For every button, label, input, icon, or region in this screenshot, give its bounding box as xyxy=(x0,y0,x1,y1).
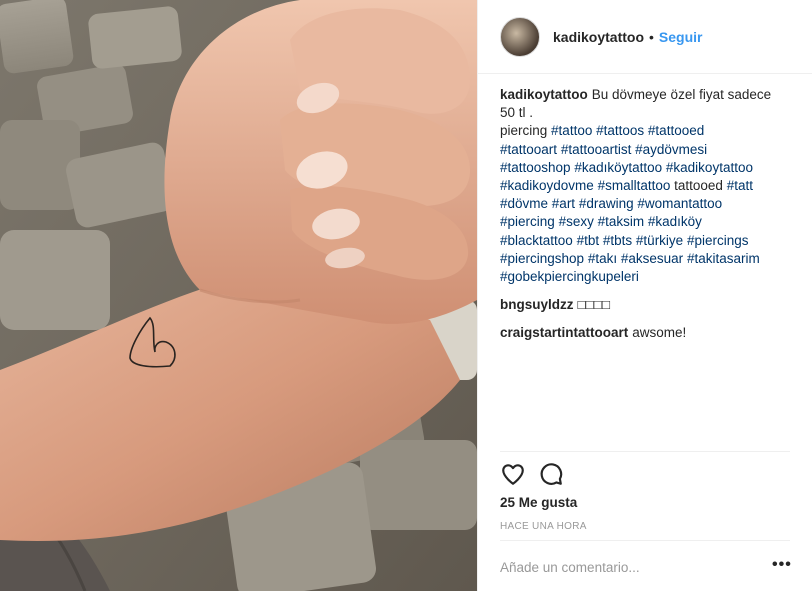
hashtag-link[interactable]: #dövme xyxy=(500,196,548,211)
comment-button[interactable] xyxy=(538,461,564,487)
hashtag-line: #tattooshop #kadıköytattoo #kadikoytatto… xyxy=(500,159,790,177)
hashtag-link[interactable]: #tattooshop xyxy=(500,160,571,175)
hashtag-link[interactable]: #tattooed xyxy=(648,123,704,138)
hashtag-line: #kadikoydovme #smalltattoo tattooed #tat… xyxy=(500,177,790,195)
comment-text: awsome! xyxy=(632,325,687,341)
likes-count[interactable]: 25 Me gusta xyxy=(500,495,577,510)
caption-line: 50 tl . xyxy=(500,105,534,121)
list-item: craigstartintattooart awsome! xyxy=(500,324,790,342)
action-bar xyxy=(500,461,790,491)
follow-button[interactable]: Seguir xyxy=(659,29,703,45)
caption-username[interactable]: kadikoytattoo xyxy=(500,87,588,102)
hashtag-link[interactable]: #sexy xyxy=(559,214,594,229)
hashtag-line: piercing #tattoo #tattoos #tattooed xyxy=(500,122,790,140)
comments-list: kadikoytattoo Bu dövmeye özel fiyat sadec… xyxy=(500,86,790,353)
hashtag-link[interactable]: #gobekpiercingkupeleri xyxy=(500,269,639,284)
divider xyxy=(500,451,790,452)
hashtag-link[interactable]: #kadıköy xyxy=(648,214,702,229)
tattoo-wrist-photo xyxy=(0,0,477,591)
avatar[interactable] xyxy=(500,16,540,57)
hashtag-link[interactable]: #tbts xyxy=(603,233,632,248)
hashtag-link[interactable]: #art xyxy=(552,196,575,211)
hashtag-link[interactable]: #aydövmesi xyxy=(635,142,707,157)
like-button[interactable] xyxy=(500,461,526,487)
hashtag-link[interactable]: #drawing xyxy=(579,196,634,211)
hashtag-link[interactable]: #takitasarim xyxy=(687,251,760,266)
instagram-post: kadikoytattoo • Seguir kadikoytattoo Bu d… xyxy=(0,0,812,591)
hashtag-link[interactable]: #tbt xyxy=(577,233,600,248)
hashtag-line: #blacktattoo #tbt #tbts #türkiye #pierci… xyxy=(500,232,790,250)
hashtag-link[interactable]: #tattooart xyxy=(500,142,557,157)
author-username[interactable]: kadikoytattoo xyxy=(553,29,644,45)
more-options-icon[interactable]: ••• xyxy=(772,556,792,574)
hashtag-line: #piercing #sexy #taksim #kadıköy xyxy=(500,213,790,231)
hashtag-link[interactable]: #tattoos xyxy=(596,123,644,138)
hashtag-link[interactable]: #piercingshop xyxy=(500,251,584,266)
hashtag-link[interactable]: #piercings xyxy=(687,233,749,248)
caption: kadikoytattoo Bu dövmeye özel fiyat sadec… xyxy=(500,86,790,286)
post-sidebar: kadikoytattoo • Seguir kadikoytattoo Bu d… xyxy=(477,0,812,591)
hashtag-link[interactable]: #kadıköytattoo xyxy=(574,160,662,175)
comment-username[interactable]: bngsuyldzz xyxy=(500,297,574,312)
hashtag-link[interactable]: #türkiye xyxy=(636,233,683,248)
hashtag-link[interactable]: #takı xyxy=(588,251,617,266)
post-timestamp[interactable]: HACE UNA HORA xyxy=(500,521,587,532)
hashtag-link[interactable]: #tattooartist xyxy=(561,142,632,157)
hashtag-line: #tattooart #tattooartist #aydövmesi xyxy=(500,141,790,159)
hashtag-block: piercing #tattoo #tattoos #tattooed #tatt… xyxy=(500,122,790,286)
list-item: bngsuyldzz □□□□ xyxy=(500,296,790,314)
hashtag-link[interactable]: #blacktattoo xyxy=(500,233,573,248)
hashtag-link[interactable]: #womantattoo xyxy=(637,196,722,211)
hashtag-link[interactable]: #kadikoytattoo xyxy=(666,160,753,175)
hashtag-link[interactable]: #tattoo xyxy=(551,123,592,138)
comment-username[interactable]: craigstartintattooart xyxy=(500,325,628,340)
caption-text: Bu dövmeye özel fiyat sadece xyxy=(591,87,772,102)
hashtag-link[interactable]: #aksesuar xyxy=(621,251,683,266)
heart-outline-icon xyxy=(502,464,524,485)
hashtag-line: #dövme #art #drawing #womantattoo xyxy=(500,195,790,213)
post-photo[interactable] xyxy=(0,0,477,591)
hashtag-line: #gobekpiercingkupeleri xyxy=(500,268,790,286)
speech-bubble-icon xyxy=(540,463,563,485)
hashtag-line: #piercingshop #takı #aksesuar #takitasar… xyxy=(500,250,790,268)
hashtag-link[interactable]: #tatt xyxy=(727,178,753,193)
post-header: kadikoytattoo • Seguir xyxy=(478,0,812,74)
caption-line: kadikoytattoo Bu dövmeye özel fiyat sadec… xyxy=(500,86,790,104)
hashtag-link[interactable]: #piercing xyxy=(500,214,555,229)
caption-word: piercing xyxy=(500,123,548,139)
separator-dot: • xyxy=(649,28,654,45)
hashtag-link[interactable]: #kadikoydovme xyxy=(500,178,594,193)
divider xyxy=(500,540,790,541)
comment-text: □□□□ xyxy=(577,297,611,313)
comment-input[interactable] xyxy=(500,552,755,582)
hashtag-link[interactable]: #taksim xyxy=(598,214,645,229)
hashtag-link[interactable]: #smalltattoo xyxy=(598,178,671,193)
caption-word: tattooed xyxy=(674,178,723,194)
